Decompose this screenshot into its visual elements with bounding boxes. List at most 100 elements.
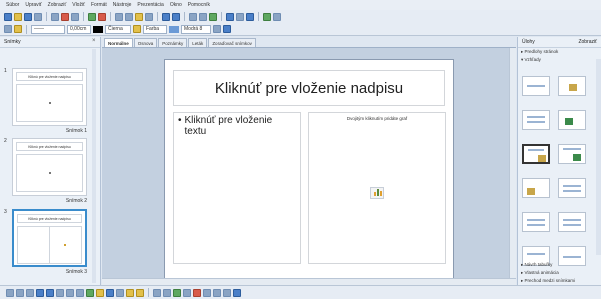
chart-placeholder[interactable]: Dvojitým kliknutím pridáte graf: [308, 112, 446, 264]
symbol-shapes-icon[interactable]: [96, 288, 104, 297]
paste-icon[interactable]: [135, 12, 143, 21]
line-width-field[interactable]: 0,00cm: [67, 24, 91, 34]
layout-title-text[interactable]: [522, 212, 550, 232]
line-style-icon[interactable]: [4, 25, 12, 33]
shadow-icon[interactable]: [213, 25, 221, 33]
menu-item-4[interactable]: Formát: [91, 2, 107, 8]
arrow-icon[interactable]: [26, 288, 34, 297]
section-custom-animation[interactable]: ▸ Vlastná animácia: [518, 269, 601, 277]
tab-1[interactable]: Osnova: [133, 38, 158, 47]
save-icon[interactable]: [24, 12, 32, 21]
area-icon[interactable]: [223, 25, 231, 33]
rotate-icon[interactable]: [203, 288, 211, 297]
redo-icon[interactable]: [172, 12, 180, 21]
slide-canvas[interactable]: Kliknúť pre vloženie nadpisu • Kliknúť p…: [164, 59, 454, 281]
fill-type-select[interactable]: Farba: [143, 24, 167, 34]
rectangle-icon[interactable]: [36, 288, 44, 297]
email-icon[interactable]: [34, 12, 42, 21]
gallery-icon[interactable]: [193, 288, 201, 297]
from-file-icon[interactable]: [183, 288, 191, 297]
slide-preview[interactable]: Kliknú pre vloženie nadpisu: [12, 68, 87, 126]
table-icon[interactable]: [199, 12, 207, 21]
view-menu[interactable]: Zobraziť: [578, 39, 597, 45]
layout-title-content[interactable]: [558, 212, 586, 232]
layout-title-grid[interactable]: [522, 110, 550, 130]
menu-item-8[interactable]: Pomocník: [188, 2, 210, 8]
zoom-icon[interactable]: [236, 12, 244, 21]
tab-0[interactable]: Normálne: [104, 38, 133, 47]
arrange-icon[interactable]: [223, 288, 231, 297]
slide-show-icon[interactable]: [263, 12, 271, 21]
line-color-select[interactable]: Čierna: [105, 24, 131, 34]
fill-color-select[interactable]: Modrá 8: [181, 24, 211, 34]
autocheck-icon[interactable]: [98, 12, 106, 21]
edit-file-icon[interactable]: [51, 12, 59, 21]
tasks-scrollbar[interactable]: [596, 59, 601, 255]
glue-points-icon[interactable]: [163, 288, 171, 297]
align-icon[interactable]: [213, 288, 221, 297]
clone-formatting-icon[interactable]: [145, 12, 153, 21]
title-placeholder[interactable]: Kliknúť pre vloženie nadpisu: [173, 70, 445, 106]
slide-label: Snímok 2: [65, 198, 87, 204]
cut-icon[interactable]: [115, 12, 123, 21]
section-table-design[interactable]: ▸ Návrh tabuľky: [518, 261, 601, 269]
layout-title-text-object[interactable]: [558, 144, 586, 164]
menu-item-1[interactable]: Upraviť: [25, 2, 41, 8]
print-icon[interactable]: [71, 12, 79, 21]
section-slide-transition[interactable]: ▸ Prechod medzi snímkami: [518, 277, 601, 285]
arrow-style-icon[interactable]: [14, 25, 22, 33]
horizontal-scrollbar[interactable]: [102, 278, 516, 285]
area-style-icon[interactable]: [133, 25, 141, 33]
block-arrows-icon[interactable]: [106, 288, 114, 297]
basic-shapes-icon[interactable]: [86, 288, 94, 297]
undo-icon[interactable]: [162, 12, 170, 21]
layout-title-text-chart-selected[interactable]: [522, 144, 550, 164]
menu-item-6[interactable]: Prezentácia: [137, 2, 163, 8]
slide-preview[interactable]: Kliknú pre vloženie nadpisu: [12, 138, 87, 196]
layout-title-object[interactable]: [558, 110, 586, 130]
new-slide-icon[interactable]: [273, 12, 281, 21]
text-icon[interactable]: [56, 288, 64, 297]
flowchart-icon[interactable]: [116, 288, 124, 297]
open-icon[interactable]: [14, 12, 22, 21]
export-pdf-icon[interactable]: [61, 12, 69, 21]
menu-item-5[interactable]: Nástroje: [113, 2, 132, 8]
line-icon[interactable]: [16, 288, 24, 297]
layout-title-two-text[interactable]: [558, 178, 586, 198]
slides-scrollbar[interactable]: [92, 49, 96, 283]
menu-item-0[interactable]: Súbor: [6, 2, 19, 8]
stars-icon[interactable]: [136, 288, 144, 297]
line-style-select[interactable]: ——: [31, 24, 65, 34]
layout-title-chart-text[interactable]: [522, 178, 550, 198]
chart-icon[interactable]: [370, 187, 384, 199]
copy-icon[interactable]: [125, 12, 133, 21]
tab-3[interactable]: Leták: [188, 38, 208, 47]
slide-preview-selected[interactable]: Kliknú pre vloženie nadpisu: [12, 209, 87, 267]
curve-icon[interactable]: [66, 288, 74, 297]
fontwork-icon[interactable]: [173, 288, 181, 297]
points-icon[interactable]: [153, 288, 161, 297]
spellcheck-icon[interactable]: [88, 12, 96, 21]
connector-icon[interactable]: [76, 288, 84, 297]
new-document-icon[interactable]: [4, 12, 12, 21]
menu-item-2[interactable]: Zobraziť: [48, 2, 67, 8]
layout-chart[interactable]: [558, 76, 586, 96]
menu-item-7[interactable]: Okno: [170, 2, 182, 8]
section-layouts[interactable]: ▾ Vzhľady: [518, 56, 601, 64]
extrusion-icon[interactable]: [233, 288, 241, 297]
menu-item-3[interactable]: Vložiť: [72, 2, 85, 8]
display-grid-icon[interactable]: [209, 12, 217, 21]
tab-2[interactable]: Poznámky: [158, 38, 188, 47]
navigator-icon[interactable]: [226, 12, 234, 21]
callouts-icon[interactable]: [126, 288, 134, 297]
close-pane-icon[interactable]: ×: [92, 38, 96, 44]
layout-blank[interactable]: [522, 76, 550, 96]
text-placeholder[interactable]: • Kliknúť pre vloženie textu: [173, 112, 301, 264]
ellipse-icon[interactable]: [46, 288, 54, 297]
vertical-scrollbar[interactable]: [509, 48, 516, 278]
section-master-pages[interactable]: ▸ Predlohy stránok: [518, 48, 601, 56]
tab-4[interactable]: Zoraďovač snímkov: [208, 38, 256, 47]
chart-icon[interactable]: [189, 12, 197, 21]
select-icon[interactable]: [6, 288, 14, 297]
help-icon[interactable]: [246, 12, 254, 21]
